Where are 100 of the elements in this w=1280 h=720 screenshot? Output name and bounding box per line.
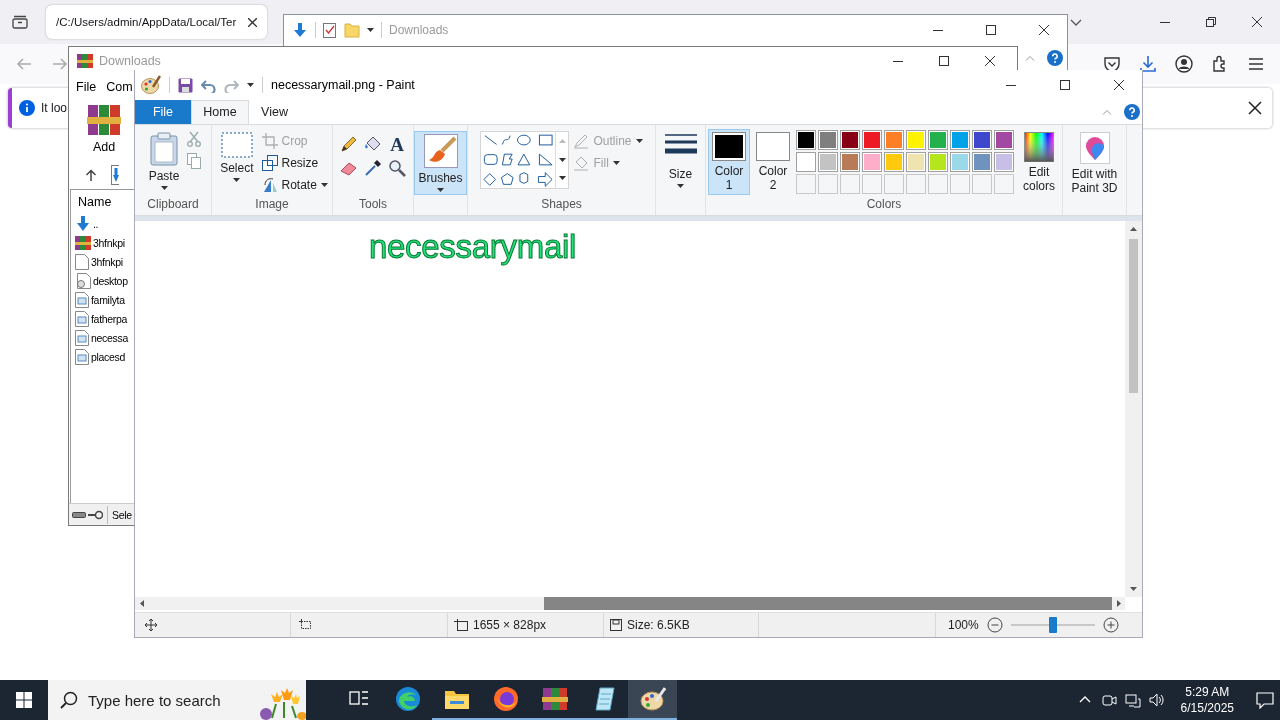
caret-icon[interactable] <box>320 182 328 187</box>
resize-button[interactable]: Resize <box>261 152 328 173</box>
paint-3d-button[interactable]: Edit with Paint 3D <box>1064 128 1125 198</box>
color-swatch[interactable] <box>906 129 926 150</box>
caret-icon[interactable] <box>559 176 566 181</box>
tab-list-icon[interactable] <box>12 15 28 29</box>
zoom-thumb[interactable] <box>1048 617 1057 634</box>
text-tool[interactable]: A <box>390 134 404 155</box>
archive-icon[interactable] <box>541 686 568 712</box>
scroll-up-icon[interactable] <box>1130 226 1137 231</box>
pocket-icon[interactable] <box>1103 55 1121 73</box>
color-swatch[interactable] <box>818 129 838 150</box>
rotate-button[interactable]: Rotate <box>261 174 328 195</box>
color-picker-icon[interactable] <box>364 158 382 177</box>
size-button[interactable]: Size <box>660 128 701 191</box>
maximize-icon[interactable] <box>986 25 996 35</box>
clock-time[interactable]: 5:29 AM <box>1185 684 1230 700</box>
download-icon[interactable] <box>1139 55 1157 73</box>
color-swatch[interactable] <box>818 151 838 172</box>
color-slot-button[interactable]: Color 1 <box>708 128 750 195</box>
task-view-icon[interactable] <box>348 690 369 708</box>
scrollbar-thumb[interactable] <box>544 597 1112 610</box>
column-header[interactable]: Name <box>78 195 112 209</box>
chevron-down-icon[interactable] <box>1070 18 1082 26</box>
close-icon[interactable] <box>248 17 257 27</box>
zoom-out-icon[interactable] <box>986 617 1003 634</box>
caret-icon[interactable] <box>160 185 168 190</box>
color-swatch[interactable] <box>840 151 860 172</box>
caret-icon[interactable] <box>437 187 444 192</box>
magnifier-icon[interactable] <box>388 158 406 177</box>
network-icon[interactable] <box>1124 692 1141 708</box>
maximize-icon[interactable] <box>1060 80 1070 90</box>
search-field[interactable]: Type here to search <box>48 680 306 720</box>
color-slot-button[interactable]: Color 2 <box>754 128 792 195</box>
color-swatch[interactable] <box>862 151 882 172</box>
file-name[interactable]: necessa <box>91 331 128 344</box>
color-swatch[interactable] <box>840 129 860 150</box>
ribbon-tab[interactable]: View <box>249 100 300 124</box>
edit-colors-button[interactable]: Edit colors <box>1018 128 1060 196</box>
up-arrow-icon[interactable] <box>85 169 97 181</box>
ribbon-tab[interactable]: Home <box>191 100 249 124</box>
undo-icon[interactable] <box>201 77 216 93</box>
caret-icon[interactable] <box>233 177 241 182</box>
menu-icon[interactable] <box>1247 55 1265 73</box>
palette-icon[interactable] <box>141 75 161 95</box>
color-swatch[interactable] <box>972 129 992 150</box>
color-swatch[interactable] <box>994 151 1014 172</box>
help-icon[interactable] <box>1047 50 1063 66</box>
caret-icon[interactable] <box>367 28 374 32</box>
color-swatch[interactable] <box>862 129 882 150</box>
edge-icon[interactable] <box>394 686 421 712</box>
firefox-icon[interactable] <box>492 686 519 712</box>
caret-icon[interactable] <box>559 157 566 162</box>
menu-item[interactable]: Com <box>106 80 133 94</box>
color-swatch[interactable] <box>884 151 904 172</box>
close-icon[interactable] <box>1114 80 1124 90</box>
color-swatch[interactable] <box>972 151 992 172</box>
file-name[interactable]: placesd <box>91 350 126 363</box>
path-field[interactable] <box>111 165 119 185</box>
color-swatch[interactable] <box>928 151 948 172</box>
notification-icon[interactable] <box>1256 691 1274 709</box>
account-icon[interactable] <box>1175 55 1193 73</box>
caret-icon[interactable] <box>677 183 684 188</box>
color-swatch[interactable] <box>884 129 904 150</box>
file-name[interactable]: familyta <box>91 293 125 306</box>
color-swatch[interactable] <box>796 129 816 150</box>
volume-icon[interactable] <box>1148 692 1165 708</box>
file-name[interactable]: .. <box>93 217 99 230</box>
close-icon[interactable] <box>985 56 995 66</box>
close-icon[interactable] <box>1039 25 1049 35</box>
scrollbar-thumb[interactable] <box>1129 238 1138 393</box>
file-name[interactable]: 3hfnkpi <box>91 255 123 268</box>
close-icon[interactable] <box>1248 101 1262 115</box>
ribbon-tab[interactable]: File <box>135 100 191 124</box>
save-icon[interactable] <box>178 77 193 93</box>
color-swatch[interactable] <box>906 151 926 172</box>
fill-bucket-icon[interactable] <box>364 134 382 153</box>
maximize-icon[interactable] <box>939 56 949 66</box>
color-swatch[interactable] <box>950 151 970 172</box>
scroll-right-icon[interactable] <box>1116 600 1121 607</box>
help-icon[interactable] <box>1124 103 1140 120</box>
select-button[interactable]: Select <box>216 128 258 185</box>
color-swatch[interactable] <box>796 151 816 172</box>
browser-tab[interactable]: /C:/Users/admin/AppData/Local/Ter <box>46 5 267 39</box>
file-name[interactable]: 3hfnkpi <box>93 236 125 249</box>
file-name[interactable]: fatherpa <box>91 312 128 325</box>
restore-icon[interactable] <box>1206 17 1216 27</box>
menu-item[interactable]: File <box>76 80 97 94</box>
file-name[interactable]: desktop <box>93 274 128 287</box>
close-icon[interactable] <box>1252 17 1262 27</box>
folder-icon[interactable] <box>443 688 470 710</box>
clock-date[interactable]: 6/15/2025 <box>1180 700 1234 716</box>
windows-start-icon[interactable] <box>16 692 32 708</box>
color-swatch[interactable] <box>928 129 948 150</box>
meet-icon[interactable] <box>1100 692 1117 708</box>
scroll-left-icon[interactable] <box>139 600 144 607</box>
pencil-icon[interactable] <box>340 134 358 153</box>
brushes-button[interactable]: Brushes <box>414 130 467 195</box>
add-button[interactable]: Add <box>87 99 121 161</box>
color-swatch[interactable] <box>994 129 1014 150</box>
